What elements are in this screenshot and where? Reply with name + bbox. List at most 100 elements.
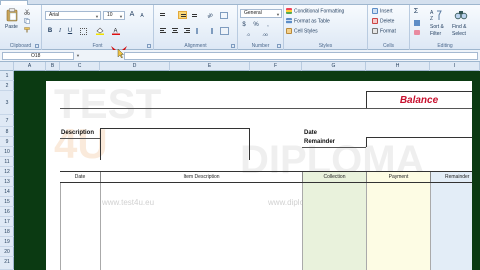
number-format-select[interactable]: General ▼ <box>240 9 282 18</box>
column-header-a[interactable]: A <box>14 62 46 71</box>
row-header[interactable]: 15 <box>0 197 14 207</box>
column-header-c[interactable]: C <box>60 62 100 71</box>
fill-icon[interactable] <box>414 20 420 26</box>
delete-button[interactable]: Delete <box>372 18 394 25</box>
clipboard-launcher-icon[interactable] <box>35 44 39 48</box>
conditional-formatting-button[interactable]: Conditional Formatting <box>286 8 344 15</box>
cell-styles-button[interactable]: Cell Styles <box>286 28 318 35</box>
delete-icon <box>372 18 378 24</box>
increase-decimal-button[interactable]: .0 <box>242 31 254 39</box>
table-header-collection: Collection <box>302 172 366 182</box>
find-select-label-2[interactable]: Select <box>452 31 466 38</box>
table-column-item-description[interactable] <box>100 183 302 270</box>
chevron-down-icon: ▼ <box>95 14 99 19</box>
currency-button[interactable]: $ <box>240 21 248 29</box>
clipboard-group: Paste Clipboard <box>0 5 42 50</box>
column-header-d[interactable]: D <box>100 62 170 71</box>
row-header[interactable]: 14 <box>0 187 14 197</box>
svg-text:ab: ab <box>206 12 214 19</box>
row-header[interactable]: 17 <box>0 217 14 227</box>
wrap-text-icon[interactable] <box>220 12 228 19</box>
decrease-indent-icon[interactable] <box>196 28 203 34</box>
bold-button[interactable]: B <box>46 27 54 35</box>
row-header[interactable]: 21 <box>0 257 14 270</box>
font-color-icon[interactable]: A <box>112 27 120 35</box>
row-header[interactable]: 13 <box>0 177 14 187</box>
format-as-table-button[interactable]: Format as Table <box>286 18 330 25</box>
table-column-payment[interactable] <box>366 183 430 270</box>
row-header[interactable]: 18 <box>0 227 14 237</box>
row-header[interactable]: 16 <box>0 207 14 217</box>
row-header[interactable]: 20 <box>0 247 14 257</box>
cell-styles-label: Cell Styles <box>294 28 318 35</box>
decrease-decimal-button[interactable]: .00 <box>258 31 272 39</box>
underline-button[interactable]: U <box>66 27 74 35</box>
insert-button[interactable]: Insert <box>372 8 393 15</box>
sort-filter-label-2[interactable]: Filter <box>430 31 441 38</box>
column-header-g[interactable]: G <box>302 62 366 71</box>
row-header[interactable]: 2 <box>0 81 14 91</box>
description-field[interactable] <box>100 128 250 160</box>
font-launcher-icon[interactable] <box>147 44 151 48</box>
italic-button[interactable]: I <box>56 27 64 35</box>
row-header[interactable]: 3 <box>0 91 14 115</box>
orientation-button[interactable]: ab <box>206 11 215 20</box>
align-left-button[interactable] <box>158 27 167 35</box>
row-header[interactable]: 19 <box>0 237 14 247</box>
table-column-collection[interactable] <box>302 183 366 270</box>
editing-group-label: Editing <box>437 43 453 49</box>
row-header[interactable]: 1 <box>0 71 14 81</box>
font-name-select[interactable]: Arial ▼ <box>45 11 101 20</box>
font-name-value: Arial <box>49 12 60 18</box>
clear-icon[interactable] <box>414 30 420 35</box>
cut-icon[interactable] <box>24 9 30 15</box>
align-right-button[interactable] <box>182 27 191 35</box>
column-headers: A B C D E F G H I <box>0 62 480 71</box>
borders-icon[interactable] <box>80 28 87 35</box>
align-center-button[interactable] <box>170 27 179 35</box>
row-header[interactable]: 9 <box>0 137 14 147</box>
formula-input[interactable] <box>124 52 478 60</box>
top-align-button[interactable] <box>158 11 167 19</box>
column-header-i[interactable]: I <box>430 62 480 71</box>
sort-filter-icon[interactable]: AZ <box>430 8 442 22</box>
autosum-button[interactable]: Σ <box>412 8 420 16</box>
middle-align-button[interactable] <box>178 11 187 19</box>
table-column-date[interactable] <box>60 183 100 270</box>
row-header[interactable]: 8 <box>0 127 14 137</box>
format-button[interactable]: Format <box>372 28 396 35</box>
row-header[interactable]: 11 <box>0 157 14 167</box>
copy-icon[interactable] <box>24 18 30 24</box>
fill-color-icon[interactable] <box>96 27 104 35</box>
description-label: Description <box>61 130 95 136</box>
name-box[interactable]: O18 <box>2 52 74 60</box>
merge-center-icon[interactable] <box>220 27 229 35</box>
column-header-f[interactable]: F <box>250 62 302 71</box>
row-header[interactable]: 12 <box>0 167 14 177</box>
column-header-b[interactable]: B <box>46 62 60 71</box>
namebox-dropdown-icon[interactable]: ▼ <box>76 53 80 58</box>
format-painter-icon[interactable] <box>24 27 30 33</box>
shrink-font-button[interactable]: A <box>138 12 146 20</box>
comma-button[interactable]: , <box>264 21 272 29</box>
paste-icon[interactable] <box>6 8 18 22</box>
font-size-select[interactable]: 10 ▼ <box>103 11 125 20</box>
column-header-e[interactable]: E <box>170 62 250 71</box>
bottom-align-button[interactable] <box>190 11 199 19</box>
column-header-h[interactable]: H <box>366 62 430 71</box>
alignment-launcher-icon[interactable] <box>231 44 235 48</box>
find-select-icon[interactable] <box>454 8 468 22</box>
pointer-cursor-icon <box>110 44 128 59</box>
grow-font-button[interactable]: A <box>128 11 136 19</box>
select-all-corner[interactable] <box>0 62 14 71</box>
table-column-remainder[interactable] <box>430 183 472 270</box>
row-header[interactable]: 10 <box>0 147 14 157</box>
percent-button[interactable]: % <box>252 21 260 29</box>
find-select-label-1[interactable]: Find & <box>452 24 466 31</box>
sort-filter-label-1[interactable]: Sort & <box>430 24 444 31</box>
paste-button[interactable]: Paste <box>5 24 18 31</box>
increase-indent-icon[interactable] <box>206 28 213 34</box>
date-field[interactable] <box>366 137 472 147</box>
number-launcher-icon[interactable] <box>277 44 281 48</box>
row-header[interactable]: 7 <box>0 115 14 127</box>
